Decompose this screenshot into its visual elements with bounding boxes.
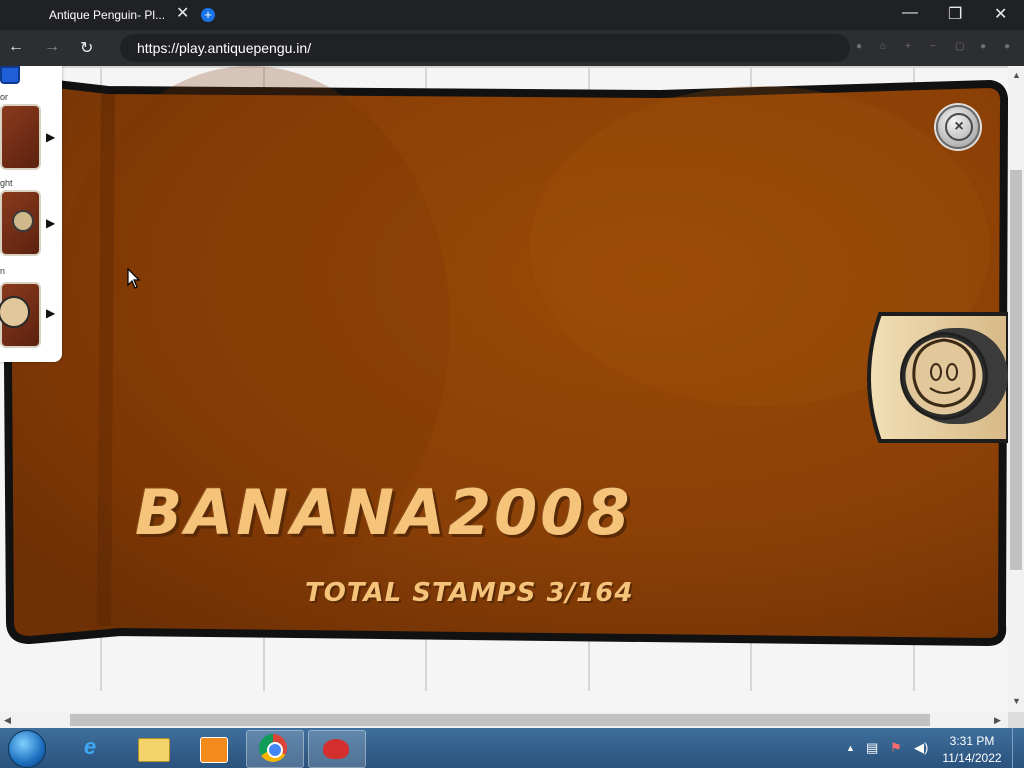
close-tab-icon[interactable]: ✕ [176,3,189,23]
side-panel: or ▶ ght ▶ n ▶ [0,66,62,362]
game-viewport: or ▶ ght ▶ n ▶ × BANANA2008 TOTAL STAMPS… [0,66,1008,712]
browser-tab[interactable]: Antique Penguin- Pl... ✕ [8,0,198,30]
arrow-right-icon[interactable]: ▶ [46,306,55,320]
show-desktop-button[interactable] [1012,728,1024,768]
mouse-cursor-icon [127,268,141,289]
media-player-taskbar-button[interactable] [186,730,242,766]
close-book-button[interactable]: × [936,105,980,149]
reload-icon[interactable]: ↻ [80,38,93,58]
chrome-taskbar-button[interactable] [246,730,304,768]
media-player-icon [200,737,228,763]
scroll-left-icon[interactable]: ◀ [4,715,11,726]
back-icon[interactable]: ← [8,38,24,56]
action-center-icon[interactable]: ⚑ [890,740,902,756]
scroll-corner [1008,712,1024,728]
browser-title-bar: Antique Penguin- Pl... ✕ + — ❐ ✕ [0,0,1024,30]
file-explorer-taskbar-button[interactable] [124,730,180,766]
penguin-icon [323,739,349,759]
clock-time[interactable]: 3:31 PM [940,734,1004,748]
restore-icon[interactable]: ❐ [948,4,962,24]
menu-icon[interactable]: ● [1004,41,1010,52]
start-button[interactable] [8,730,46,768]
puffle-tab-button[interactable] [882,316,1008,440]
new-tab-icon[interactable]: + [201,8,215,22]
folder-icon [138,738,170,762]
total-stamps: TOTAL STAMPS 3/164 [305,578,634,608]
pattern-option-box[interactable] [0,282,41,348]
volume-icon[interactable]: ◀) [914,740,928,756]
side-label: ght [0,178,13,188]
browser-toolbar: ← → ↻ https://play.antiquepengu.in/ ● ⌂ … [0,30,1024,66]
chrome-icon [259,734,287,762]
scroll-up-icon[interactable]: ▲ [1012,70,1021,80]
tab-title: Antique Penguin- Pl... [49,8,166,22]
url-text: https://play.antiquepengu.in/ [137,40,312,56]
clock-date[interactable]: 11/14/2022 [940,751,1004,765]
side-label: n [0,266,6,276]
home-icon[interactable]: ⌂ [880,41,886,52]
extension-icon[interactable]: ● [856,41,862,52]
close-icon: × [945,113,973,141]
zoom-in-icon[interactable]: + [905,41,911,52]
zoom-out-icon[interactable]: − [930,41,936,52]
minimize-icon[interactable]: — [902,4,918,22]
player-name: BANANA2008 [135,476,633,549]
forward-icon[interactable]: → [44,38,60,56]
color-swatch[interactable] [0,66,20,84]
ie-icon: e [83,734,97,759]
windows-taskbar: e ▲ ▤ ⚑ ◀) 3:31 PM 11/14/2022 [0,728,1024,768]
side-label: or [0,92,9,102]
close-window-icon[interactable]: ✕ [994,4,1007,24]
scroll-down-icon[interactable]: ▼ [1012,696,1021,706]
arrow-right-icon[interactable]: ▶ [46,130,55,144]
highlight-option-box[interactable] [0,190,41,256]
arrow-right-icon[interactable]: ▶ [46,216,55,230]
knob-icon [12,210,34,232]
stamp-book [2,66,1008,646]
game-launcher-taskbar-button[interactable] [308,730,366,768]
internet-explorer-taskbar-button[interactable]: e [62,730,118,766]
settings-icon[interactable]: ● [980,41,986,52]
horizontal-scrollbar[interactable]: ◀ ▶ [0,712,1008,728]
color-option-box[interactable] [0,104,41,170]
puffle-icon [0,296,30,328]
vertical-scrollbar[interactable]: ▲ ▼ [1008,66,1024,712]
tray-expand-icon[interactable]: ▲ [846,743,855,753]
address-bar[interactable]: https://play.antiquepengu.in/ [120,34,850,62]
fullscreen-icon[interactable]: ▢ [955,41,964,52]
network-icon[interactable]: ▤ [866,740,878,756]
horizontal-scroll-thumb[interactable] [70,714,930,726]
scroll-right-icon[interactable]: ▶ [994,715,1001,726]
vertical-scroll-thumb[interactable] [1010,170,1022,570]
